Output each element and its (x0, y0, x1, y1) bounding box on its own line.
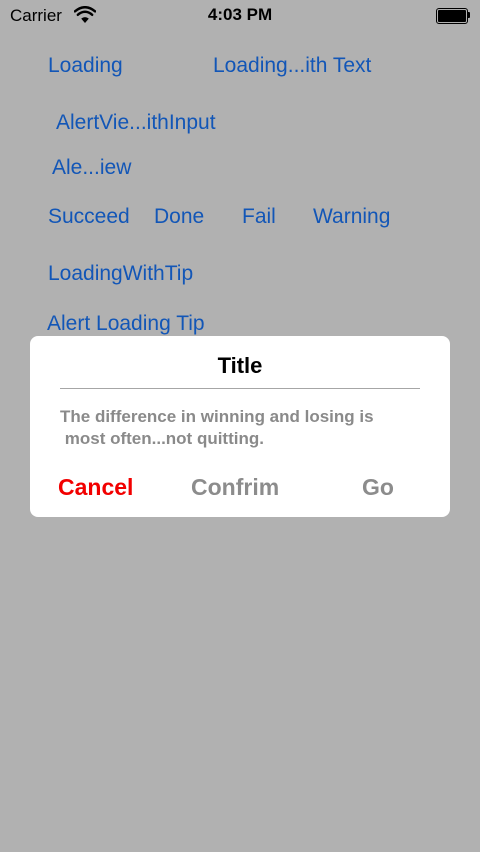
alert-view-button[interactable]: Ale...iew (52, 157, 131, 178)
alert-loading-tip-button[interactable]: Alert Loading Tip (47, 313, 205, 334)
battery-icon (436, 8, 470, 24)
clock: 4:03 PM (207, 5, 273, 24)
succeed-button[interactable]: Succeed (48, 206, 130, 227)
fail-button[interactable]: Fail (242, 206, 276, 227)
status-bar: Carrier 4:03 PM (0, 0, 480, 32)
loading-with-text-button[interactable]: Loading...ith Text (213, 55, 371, 76)
confirm-button[interactable]: Confrim (191, 476, 279, 499)
alert-view-with-input-button[interactable]: AlertVie...ithInput (56, 112, 216, 133)
alert-message: The difference in winning and losing is … (60, 407, 374, 448)
done-button[interactable]: Done (154, 206, 204, 227)
alert-divider (60, 388, 420, 389)
loading-with-tip-button[interactable]: LoadingWithTip (48, 263, 193, 284)
alert-title: Title (217, 353, 263, 378)
go-button[interactable]: Go (362, 476, 394, 499)
warning-button[interactable]: Warning (313, 206, 390, 227)
loading-button[interactable]: Loading (48, 55, 123, 76)
cancel-button[interactable]: Cancel (58, 476, 133, 499)
alert-dialog: Title The difference in winning and losi… (30, 336, 450, 517)
